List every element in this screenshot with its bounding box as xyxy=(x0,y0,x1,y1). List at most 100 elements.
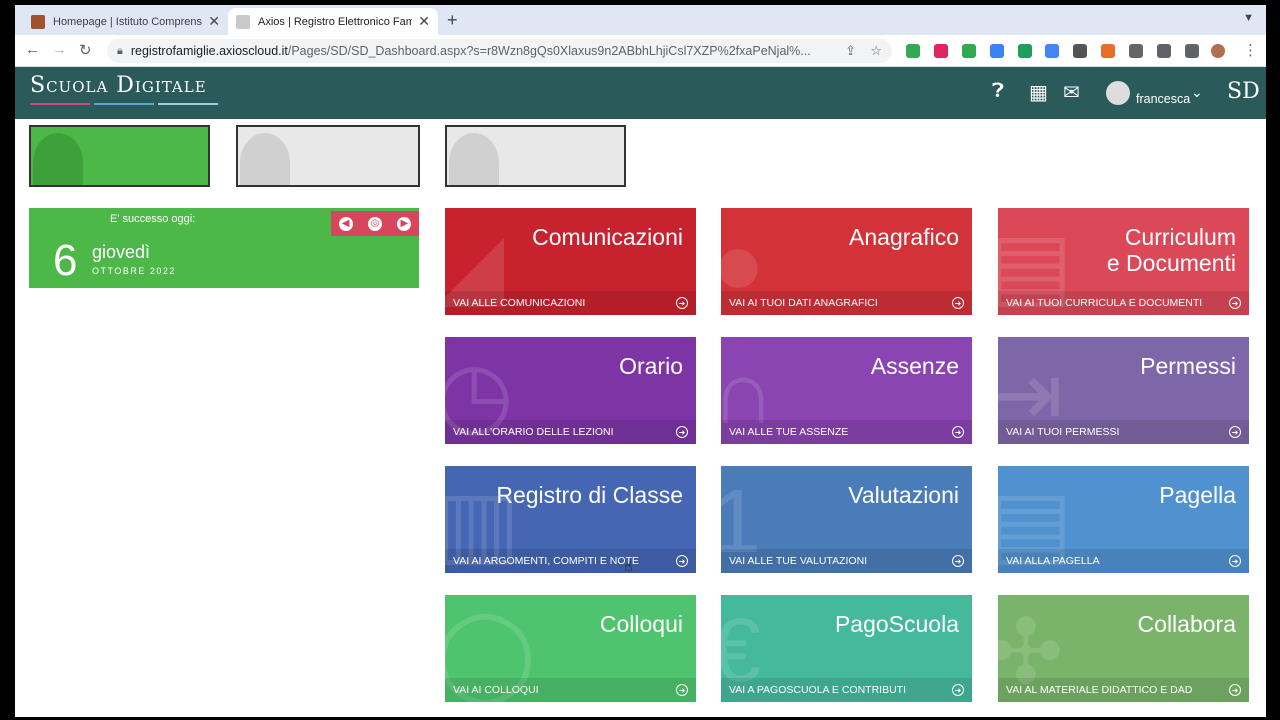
arrow-right-icon: ➜ xyxy=(952,426,964,438)
menu-dots-icon[interactable]: ⋮ xyxy=(1243,41,1258,59)
mail-icon[interactable]: ✉ xyxy=(1063,80,1080,105)
tile-curriculum-e-documenti[interactable]: ▤ Curriculum e Documenti VAI AI TUOI CURRI… xyxy=(998,208,1249,315)
tile-title: Pagella xyxy=(1159,482,1236,508)
date-nav: ◀ ◎ ▶ xyxy=(331,211,419,236)
close-icon[interactable]: ✕ xyxy=(208,13,220,30)
tile-anagrafico[interactable]: ● Anagrafico VAI AI TUOI DATI ANAGRAFICI ➜ xyxy=(721,208,972,315)
tile-title: Collabora xyxy=(1137,611,1236,637)
tile-footer[interactable]: VAI AI ARGOMENTI, COMPITI E NOTE ➜ xyxy=(445,549,696,573)
forward-icon[interactable]: → xyxy=(52,41,67,58)
tile-pagoscuola[interactable]: € PagoScuola VAI A PAGOSCUOLA E CONTRIBUTI… xyxy=(721,595,972,702)
extension-icon[interactable] xyxy=(906,44,920,58)
share-icon[interactable]: ⇪ xyxy=(845,43,856,59)
today-icon[interactable]: ◎ xyxy=(367,216,382,231)
tile-footer[interactable]: VAI AI TUOI DATI ANAGRAFICI ➜ xyxy=(721,291,972,315)
extension-icon[interactable] xyxy=(962,44,976,58)
tile-title: Assenze xyxy=(870,353,959,379)
sidebar-icon[interactable] xyxy=(1185,44,1199,58)
avatar[interactable] xyxy=(1106,81,1130,105)
tile-title: Valutazioni xyxy=(848,482,959,508)
tile-footer-label: VAI AL MATERIALE DIDATTICO E DAD xyxy=(1006,684,1193,696)
extension-icon[interactable] xyxy=(990,44,1004,58)
tile-valutazioni[interactable]: 1 Valutazioni VAI ALLE TUE VALUTAZIONI ➜ xyxy=(721,466,972,573)
month-year: OTTOBRE 2022 xyxy=(92,266,176,276)
pocket-icon[interactable] xyxy=(934,44,948,58)
tile-footer[interactable]: VAI ALLE COMUNICAZIONI ➜ xyxy=(445,291,696,315)
tile-footer[interactable]: VAI A PAGOSCUOLA E CONTRIBUTI ➜ xyxy=(721,678,972,702)
tile-footer[interactable]: VAI ALLE TUE ASSENZE ➜ xyxy=(721,420,972,444)
axios-favicon-icon xyxy=(236,14,250,29)
tab-title: Axios | Registro Elettronico Famiglie xyxy=(258,15,413,28)
student-card[interactable] xyxy=(445,125,626,187)
new-tab-icon[interactable]: + xyxy=(447,10,458,31)
next-icon[interactable]: ▶ xyxy=(397,216,412,231)
tile-footer-label: VAI ALLE COMUNICAZIONI xyxy=(453,297,586,309)
date-widget: E' successo oggi: 6 giovedì OTTOBRE 2022… xyxy=(29,208,419,288)
extension-icon[interactable] xyxy=(1073,44,1087,58)
chevron-down-icon[interactable]: ⌄ xyxy=(1191,84,1203,101)
extension-icon[interactable] xyxy=(1018,44,1032,58)
url-bar[interactable]: 🔒︎ registrofamiglie.axioscloud.it /Pages… xyxy=(107,39,892,63)
tile-registro-di-classe[interactable]: ▥ Registro di Classe VAI AI ARGOMENTI, COM… xyxy=(445,466,696,573)
student-card-active[interactable] xyxy=(29,125,210,187)
tab-strip: Homepage | Istituto Comprensivo ✕ Axios … xyxy=(15,5,1266,35)
tile-permessi[interactable]: ⇥ Permessi VAI AI TUOI PERMESSI ➜ xyxy=(998,337,1249,444)
tile-collabora[interactable]: ✣ Collabora VAI AL MATERIALE DIDATTICO E D… xyxy=(998,595,1249,702)
tile-footer-label: VAI ALLE TUE ASSENZE xyxy=(729,426,849,438)
arrow-right-icon: ➜ xyxy=(676,297,688,309)
browser-window: Homepage | Istituto Comprensivo ✕ Axios … xyxy=(15,5,1266,717)
tile-title: Curriculum e Documenti xyxy=(1106,224,1236,276)
logo-underline xyxy=(30,103,218,105)
person-icon xyxy=(240,133,290,185)
extension-icon[interactable] xyxy=(1101,44,1115,58)
lock-icon: 🔒︎ xyxy=(117,44,123,57)
help-icon[interactable]: ❓︎ xyxy=(992,80,1004,103)
prev-icon[interactable]: ◀ xyxy=(338,216,353,231)
tile-colloqui[interactable]: ◯ Colloqui VAI AI COLLOQUI ➜ xyxy=(445,595,696,702)
profile-avatar-icon[interactable] xyxy=(1211,44,1225,58)
tile-footer[interactable]: VAI ALLA PAGELLA ➜ xyxy=(998,549,1249,573)
arrow-right-icon: ➜ xyxy=(952,297,964,309)
arrow-right-icon: ➜ xyxy=(952,555,964,567)
back-icon[interactable]: ← xyxy=(25,41,40,58)
tile-footer-label: VAI A PAGOSCUOLA E CONTRIBUTI xyxy=(729,684,906,696)
star-icon[interactable]: ☆ xyxy=(870,43,882,59)
building-icon[interactable]: ▦ xyxy=(1029,80,1048,105)
tab-homepage[interactable]: Homepage | Istituto Comprensivo ✕ xyxy=(23,8,228,35)
translate-icon[interactable] xyxy=(1045,44,1059,58)
puzzle-icon[interactable] xyxy=(1157,44,1171,58)
arrow-right-icon: ➜ xyxy=(676,684,688,696)
tile-footer[interactable]: VAI ALLE TUE VALUTAZIONI ➜ xyxy=(721,549,972,573)
close-icon[interactable]: ✕ xyxy=(418,13,430,30)
arrow-right-icon: ➜ xyxy=(1229,426,1241,438)
student-card[interactable] xyxy=(236,125,420,187)
tile-title: Orario xyxy=(619,353,683,379)
reload-icon[interactable]: ↻ xyxy=(79,41,92,59)
arrow-right-icon: ➜ xyxy=(1229,555,1241,567)
tile-pagella[interactable]: ▤ Pagella VAI ALLA PAGELLA ➜ xyxy=(998,466,1249,573)
tile-footer[interactable]: VAI ALL'ORARIO DELLE LEZIONI ➜ xyxy=(445,420,696,444)
tile-footer-label: VAI AI TUOI CURRICULA E DOCUMENTI xyxy=(1006,297,1203,309)
tab-axios[interactable]: Axios | Registro Elettronico Famiglie ✕ xyxy=(228,8,438,35)
extension-icon[interactable] xyxy=(1129,44,1143,58)
tile-title: Permessi xyxy=(1140,353,1236,379)
tile-footer-label: VAI AI ARGOMENTI, COMPITI E NOTE xyxy=(453,555,639,567)
tile-footer[interactable]: VAI AI COLLOQUI ➜ xyxy=(445,678,696,702)
username[interactable]: francesca xyxy=(1136,92,1190,106)
tile-assenze[interactable]: ∩ Assenze VAI ALLE TUE ASSENZE ➜ xyxy=(721,337,972,444)
tile-footer[interactable]: VAI AL MATERIALE DIDATTICO E DAD ➜ xyxy=(998,678,1249,702)
app-logo[interactable]: Scuola Digitale xyxy=(30,73,207,98)
hand-cursor-icon: ☝ xyxy=(624,558,633,574)
chevron-down-icon[interactable]: ▼ xyxy=(1243,12,1254,24)
date-widget-label: E' successo oggi: xyxy=(110,213,196,225)
tile-footer[interactable]: VAI AI TUOI PERMESSI ➜ xyxy=(998,420,1249,444)
tile-footer-label: VAI ALL'ORARIO DELLE LEZIONI xyxy=(453,426,614,438)
tile-footer-label: VAI ALLA PAGELLA xyxy=(1006,555,1100,567)
app-header: Scuola Digitale ❓︎ ▦ ✉ francesca ⌄ SD xyxy=(15,67,1266,119)
tile-footer[interactable]: VAI AI TUOI CURRICULA E DOCUMENTI ➜ xyxy=(998,291,1249,315)
arrow-right-icon: ➜ xyxy=(676,555,688,567)
tile-orario[interactable]: ◷ Orario VAI ALL'ORARIO DELLE LEZIONI ➜ xyxy=(445,337,696,444)
tile-comunicazioni[interactable]: ◢ Comunicazioni VAI ALLE COMUNICAZIONI ➜ xyxy=(445,208,696,315)
person-icon xyxy=(33,133,83,185)
tile-footer-label: VAI AI TUOI PERMESSI xyxy=(1006,426,1120,438)
